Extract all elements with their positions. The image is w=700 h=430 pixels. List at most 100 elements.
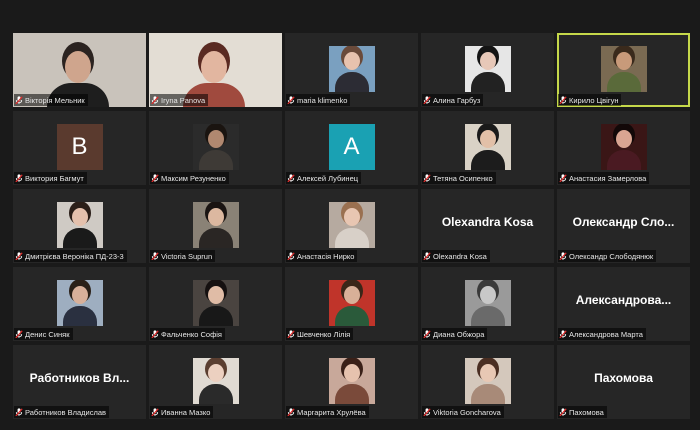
participant-name: Работников Владислав (25, 407, 106, 417)
participant-display-name: Пахомова (594, 371, 653, 385)
participant-name-label: Iryna Panova (150, 94, 209, 106)
muted-mic-icon (151, 329, 159, 339)
participant-name-label: Дмитрієва Вероніка ПД-23-3 (14, 250, 127, 262)
participant-name: Шевченко Лілія (297, 329, 351, 339)
participant-tile[interactable]: Иванна Мазко (149, 345, 282, 419)
profile-picture (600, 46, 647, 92)
participant-tile[interactable]: Viktoria Goncharova (421, 345, 554, 419)
profile-picture (328, 202, 375, 248)
muted-mic-icon (287, 251, 295, 261)
participant-name-label: Вікторія Мельник (14, 94, 88, 106)
participant-name: Olexandra Kosa (433, 251, 487, 261)
participant-name: Вікторія Мельник (25, 95, 85, 105)
participant-name: Иванна Мазко (161, 407, 211, 417)
participant-name-label: Алексей Лубинец (286, 172, 362, 184)
muted-mic-icon (151, 173, 159, 183)
profile-picture (464, 358, 511, 404)
participant-tile[interactable]: Анастасия Замерлова (557, 111, 690, 185)
participant-name: Алексей Лубинец (297, 173, 359, 183)
avatar-initial: A (328, 124, 375, 170)
participant-tile[interactable]: Дмитрієва Вероніка ПД-23-3 (13, 189, 146, 263)
participant-tile[interactable]: Максим Резуненко (149, 111, 282, 185)
participant-name: Олександр Слободянюк (569, 251, 654, 261)
profile-picture (56, 280, 103, 326)
profile-picture (192, 124, 239, 170)
participant-tile[interactable]: Диана Обжора (421, 267, 554, 341)
participant-name: Диана Обжора (433, 329, 485, 339)
participant-name: Анастасия Замерлова (569, 173, 647, 183)
profile-picture (600, 124, 647, 170)
participant-display-name: Работников Вл... (29, 371, 130, 385)
profile-picture (192, 202, 239, 248)
participant-tile[interactable]: Фальченко Софія (149, 267, 282, 341)
profile-picture (192, 358, 239, 404)
participant-tile[interactable]: Работников Вл... Работников Владислав (13, 345, 146, 419)
participant-name-label: Иванна Мазко (150, 406, 214, 418)
muted-mic-icon (423, 251, 431, 261)
muted-mic-icon (559, 95, 567, 105)
participant-name: Фальченко Софія (161, 329, 222, 339)
participant-tile[interactable]: Олександр Сло... Олександр Слободянюк (557, 189, 690, 263)
participant-tile[interactable]: Пахомова Пахомова (557, 345, 690, 419)
participant-display-name: Олександр Сло... (572, 215, 675, 229)
participant-tile[interactable]: Iryna Panova (149, 33, 282, 107)
participant-name-label: Маргарита Хрулёва (286, 406, 369, 418)
muted-mic-icon (423, 407, 431, 417)
participant-tile[interactable]: Александрова... Александрова Марта (557, 267, 690, 341)
participant-tile[interactable]: Вікторія Мельник (13, 33, 146, 107)
participant-name-label: Диана Обжора (422, 328, 488, 340)
participant-name: Дмитрієва Вероніка ПД-23-3 (25, 251, 124, 261)
participant-name: Виктория Багмут (25, 173, 84, 183)
participant-name: Тетяна Осипенко (433, 173, 493, 183)
profile-picture (328, 46, 375, 92)
participant-name-label: Анастасія Нирко (286, 250, 358, 262)
participant-name: Маргарита Хрулёва (297, 407, 366, 417)
muted-mic-icon (287, 173, 295, 183)
profile-picture (328, 280, 375, 326)
participant-name: Viktoria Goncharova (433, 407, 501, 417)
participant-tile[interactable]: Шевченко Лілія (285, 267, 418, 341)
muted-mic-icon (559, 329, 567, 339)
muted-mic-icon (151, 95, 159, 105)
participant-name-label: Viktoria Goncharova (422, 406, 504, 418)
muted-mic-icon (423, 95, 431, 105)
participant-name: Кирило Цвігун (569, 95, 619, 105)
profile-picture (328, 358, 375, 404)
participant-tile[interactable]: Алина Гарбуз (421, 33, 554, 107)
muted-mic-icon (151, 407, 159, 417)
participant-display-name: Olexandra Kosa (441, 215, 534, 229)
avatar-initial: B (56, 124, 103, 170)
muted-mic-icon (423, 173, 431, 183)
muted-mic-icon (15, 173, 23, 183)
participant-name-label: Виктория Багмут (14, 172, 87, 184)
participant-tile[interactable]: Тетяна Осипенко (421, 111, 554, 185)
participant-tile[interactable]: Victoria Suprun (149, 189, 282, 263)
participant-tile[interactable]: maria klimenko (285, 33, 418, 107)
participant-tile[interactable]: Кирило Цвігун (557, 33, 690, 107)
participant-name: Анастасія Нирко (297, 251, 355, 261)
profile-picture (464, 46, 511, 92)
participant-name-label: Анастасия Замерлова (558, 172, 650, 184)
profile-picture (464, 124, 511, 170)
participant-name: maria klimenko (297, 95, 348, 105)
participant-tile[interactable]: Денис Синяк (13, 267, 146, 341)
participant-name-label: maria klimenko (286, 94, 351, 106)
participant-name-label: Фальченко Софія (150, 328, 225, 340)
profile-picture (56, 202, 103, 248)
participant-tile[interactable]: Olexandra Kosa Olexandra Kosa (421, 189, 554, 263)
participant-tile[interactable]: Маргарита Хрулёва (285, 345, 418, 419)
participant-name-label: Шевченко Лілія (286, 328, 354, 340)
participant-tile[interactable]: B Виктория Багмут (13, 111, 146, 185)
participant-name: Пахомова (569, 407, 604, 417)
participant-name-label: Пахомова (558, 406, 607, 418)
participant-tile[interactable]: Анастасія Нирко (285, 189, 418, 263)
participant-name: Victoria Suprun (161, 251, 213, 261)
participant-name-label: Александрова Марта (558, 328, 646, 340)
muted-mic-icon (15, 251, 23, 261)
participant-tile[interactable]: A Алексей Лубинец (285, 111, 418, 185)
muted-mic-icon (559, 173, 567, 183)
participant-gallery: Вікторія Мельник Iryna Panova maria klimen… (13, 33, 690, 419)
participant-name-label: Денис Синяк (14, 328, 73, 340)
muted-mic-icon (287, 407, 295, 417)
muted-mic-icon (15, 407, 23, 417)
